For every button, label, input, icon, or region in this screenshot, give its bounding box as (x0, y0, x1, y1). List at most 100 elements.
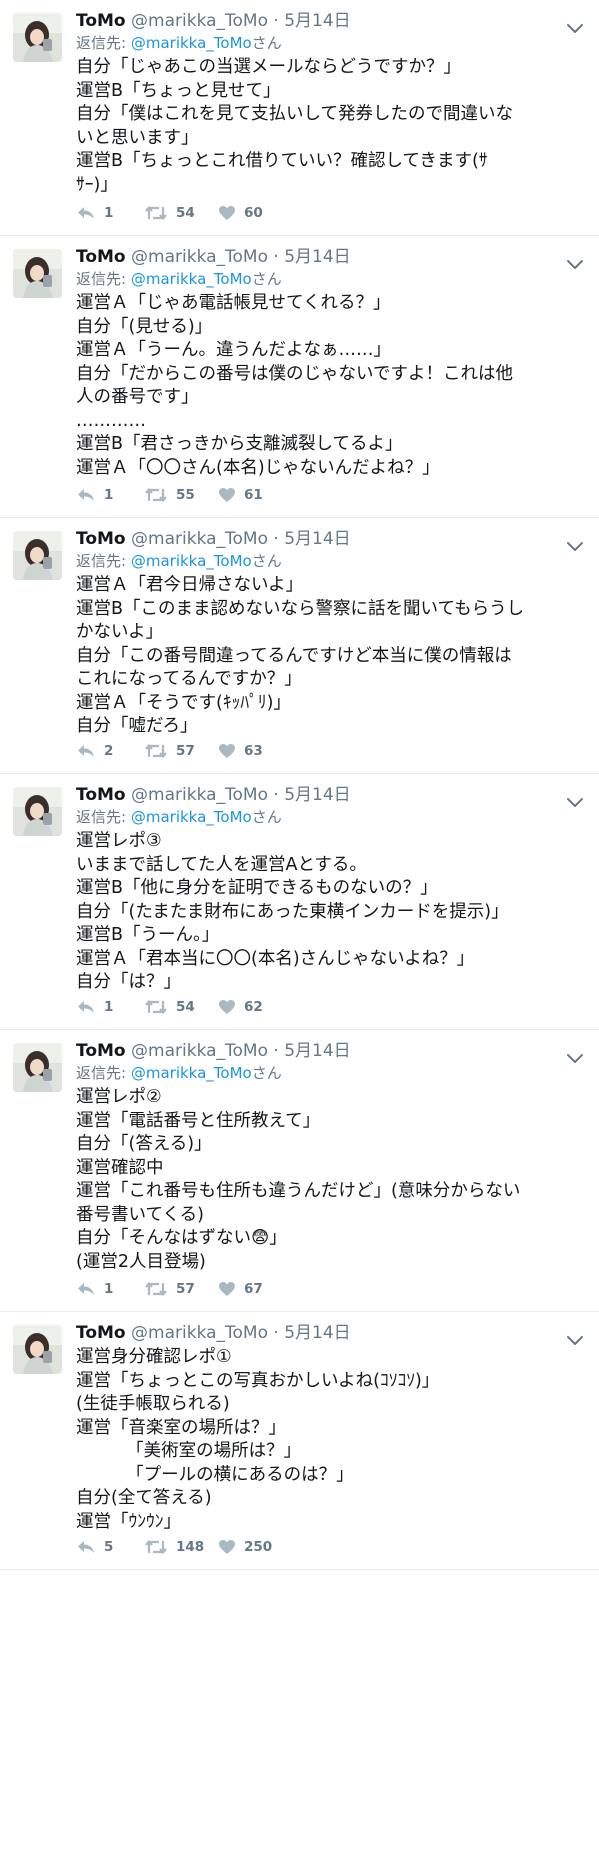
tweet-actions: 1 57 67 (76, 1279, 286, 1299)
reply-handle-link[interactable]: @marikka_ToMo (131, 270, 252, 288)
like-button[interactable]: 62 (218, 999, 286, 1015)
timestamp[interactable]: 5月14日 (284, 247, 350, 267)
like-button[interactable]: 63 (218, 743, 286, 759)
tweet[interactable]: ToMo @marikka_ToMo · 5月14日 返信先: @marikka… (0, 1030, 599, 1312)
retweet-button[interactable]: 55 (144, 486, 218, 504)
timestamp[interactable]: 5月14日 (284, 529, 350, 549)
reply-count: 1 (104, 1281, 114, 1297)
reply-suffix: さん (251, 552, 282, 570)
reply-button[interactable]: 1 (76, 486, 144, 504)
chevron-down-icon[interactable] (563, 537, 587, 557)
like-count: 60 (244, 205, 263, 221)
reply-button[interactable]: 2 (76, 742, 144, 760)
tweet-text-line: 自分「嘘だろ」 (76, 716, 198, 736)
reply-label: 返信先: (76, 552, 127, 570)
display-name[interactable]: ToMo (76, 11, 126, 31)
tweet-text-line: 運営「電話番号と住所教えて」 (76, 1110, 321, 1131)
tweet-text-line: ｻｰ)」 (76, 174, 118, 195)
reply-button[interactable]: 1 (76, 204, 144, 222)
timestamp[interactable]: 5月14日 (284, 11, 350, 31)
tweet[interactable]: ToMo @marikka_ToMo · 5月14日 返信先: @marikka… (0, 0, 599, 236)
username[interactable]: @marikka_ToMo (131, 529, 268, 549)
reply-icon (76, 742, 96, 760)
reply-context: 返信先: @marikka_ToMoさん (76, 806, 587, 828)
tweet-text: 運営身分確認レポ① 運営「ちょっとこの写真おかしいよね(ｺｿｺｿ)」 (生徒手帳取ら… (76, 1346, 587, 1534)
chevron-down-icon[interactable] (563, 793, 587, 813)
reply-button[interactable]: 1 (76, 998, 144, 1016)
tweet[interactable]: ToMo @marikka_ToMo · 5月14日 返信先: @marikka… (0, 774, 599, 1030)
timeline: ToMo @marikka_ToMo · 5月14日 返信先: @marikka… (0, 0, 599, 1868)
tweet-header: ToMo @marikka_ToMo · 5月14日 (76, 10, 587, 32)
display-name[interactable]: ToMo (76, 1041, 126, 1061)
retweet-icon (144, 742, 168, 760)
retweet-icon (144, 1538, 168, 1556)
retweet-button[interactable]: 54 (144, 204, 218, 222)
reply-handle-link[interactable]: @marikka_ToMo (131, 808, 252, 826)
username[interactable]: @marikka_ToMo (131, 1323, 268, 1343)
like-button[interactable]: 250 (218, 1539, 286, 1555)
username[interactable]: @marikka_ToMo (131, 785, 268, 805)
reply-count: 2 (104, 743, 114, 759)
tweet-text: 運営Ａ「君今日帰さないよ」 運営B「このまま認めないなら警察に話を聞いてもらうしか… (76, 574, 587, 739)
like-count: 67 (244, 1281, 263, 1297)
username[interactable]: @marikka_ToMo (131, 1041, 268, 1061)
retweet-button[interactable]: 57 (144, 742, 218, 760)
tweet[interactable]: ToMo @marikka_ToMo · 5月14日 返信先: @marikka… (0, 518, 599, 774)
reply-handle-link[interactable]: @marikka_ToMo (131, 34, 252, 52)
reply-button[interactable]: 1 (76, 1280, 144, 1298)
tweet-text-line: 運営Ａ「〇〇さん(本名)じゃないんだよね？」 (76, 457, 440, 478)
tweet-text-line: いと思います」 (76, 127, 199, 148)
avatar[interactable] (13, 1043, 62, 1092)
avatar[interactable] (13, 249, 62, 298)
tweet-text-line: 自分(全て答える) (76, 1488, 212, 1508)
tweet-text-line: これになってるんですか？」 (76, 669, 302, 689)
reply-context: 返信先: @marikka_ToMoさん (76, 268, 587, 290)
tweet[interactable]: ToMo @marikka_ToMo · 5月14日 運営身分確認レポ① 運営「ち… (0, 1312, 599, 1570)
tweet-header: ToMo @marikka_ToMo · 5月14日 (76, 246, 587, 268)
username[interactable]: @marikka_ToMo (131, 11, 268, 31)
retweet-button[interactable]: 57 (144, 1280, 218, 1298)
reply-button[interactable]: 5 (76, 1538, 144, 1556)
tweet[interactable]: ToMo @marikka_ToMo · 5月14日 返信先: @marikka… (0, 236, 599, 518)
avatar[interactable] (13, 13, 62, 62)
chevron-down-icon[interactable] (563, 1331, 587, 1351)
timestamp[interactable]: 5月14日 (284, 785, 350, 805)
display-name[interactable]: ToMo (76, 529, 126, 549)
like-button[interactable]: 61 (218, 487, 286, 503)
tweet-text-line: 運営Ａ「うーん。違うんだよなぁ……」 (76, 340, 391, 360)
avatar[interactable] (13, 787, 62, 836)
reply-handle-link[interactable]: @marikka_ToMo (131, 552, 252, 570)
like-count: 62 (244, 999, 263, 1015)
tweet-text-line: 自分「(答える)」 (76, 1134, 212, 1154)
chevron-down-icon[interactable] (563, 1049, 587, 1069)
reply-icon (76, 998, 96, 1016)
display-name[interactable]: ToMo (76, 247, 126, 267)
tweet-text-line: 運営Ａ「そうです(ｷｯﾊﾟﾘ)」 (76, 692, 291, 713)
retweet-count: 57 (176, 743, 195, 759)
like-button[interactable]: 60 (218, 205, 286, 221)
retweet-button[interactable]: 148 (144, 1538, 218, 1556)
reply-icon (76, 1538, 96, 1556)
retweet-button[interactable]: 54 (144, 998, 218, 1016)
chevron-down-icon[interactable] (563, 19, 587, 39)
avatar[interactable] (13, 531, 62, 580)
display-name[interactable]: ToMo (76, 785, 126, 805)
reply-context: 返信先: @marikka_ToMoさん (76, 1062, 587, 1084)
tweet-content: ToMo @marikka_ToMo · 5月14日 返信先: @marikka… (76, 246, 587, 480)
timestamp[interactable]: 5月14日 (284, 1041, 350, 1061)
separator-dot: · (273, 11, 279, 31)
like-button[interactable]: 67 (218, 1281, 286, 1297)
reply-label: 返信先: (76, 270, 127, 288)
reply-icon (76, 204, 96, 222)
display-name[interactable]: ToMo (76, 1323, 126, 1343)
avatar[interactable] (13, 1325, 62, 1374)
tweet-text-line: 自分「この番号間違ってるんですけど本当に僕の情報は (76, 645, 512, 666)
username[interactable]: @marikka_ToMo (131, 247, 268, 267)
chevron-down-icon[interactable] (563, 255, 587, 275)
tweet-content: ToMo @marikka_ToMo · 5月14日 返信先: @marikka… (76, 784, 587, 995)
tweet-text-line: 運営「ｳﾝｳﾝ」 (76, 1511, 181, 1532)
like-count: 250 (244, 1539, 273, 1555)
reply-handle-link[interactable]: @marikka_ToMo (131, 1064, 252, 1082)
heart-icon (218, 487, 236, 503)
timestamp[interactable]: 5月14日 (284, 1323, 350, 1343)
